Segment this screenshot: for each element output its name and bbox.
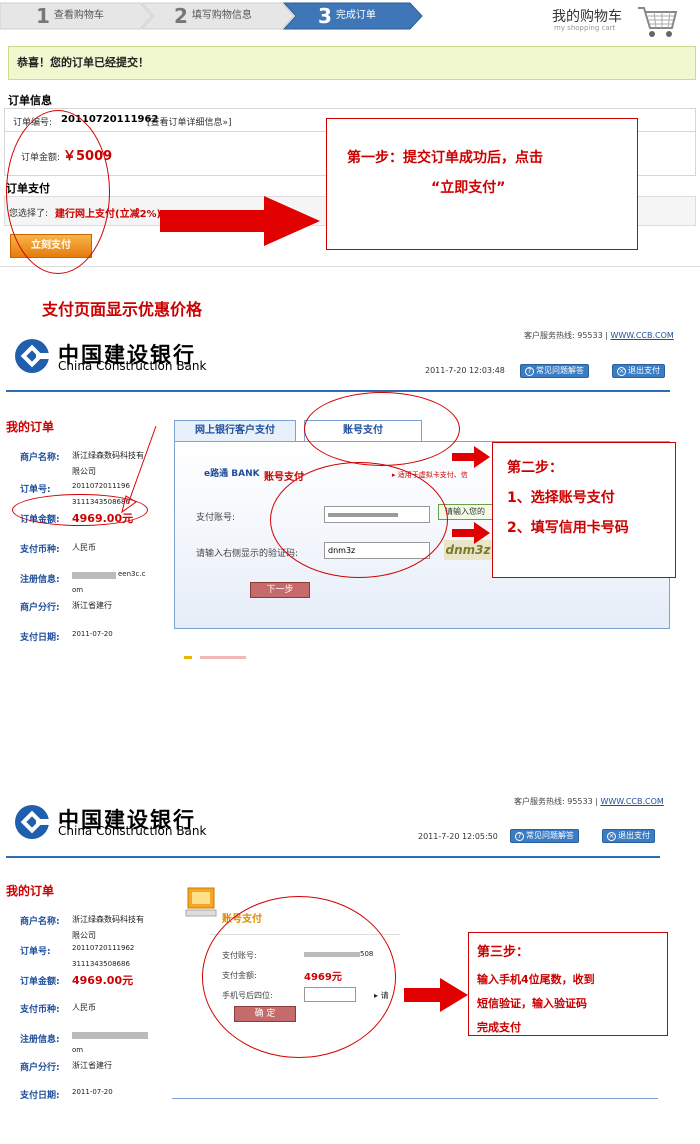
currency-label: 支付币种: [20, 545, 60, 555]
red-arrow-icon [160, 196, 320, 246]
ccb-hotline: 客户服务热线: 95533 | WWW.CCB.COM [514, 797, 664, 806]
order-no-label: 订单号: [20, 947, 51, 957]
exit-label: 退出支付 [618, 831, 650, 840]
step2-line1: 1、选择账号支付 [507, 490, 615, 506]
step3-line3: 完成支付 [477, 1021, 521, 1034]
close-icon: × [617, 367, 626, 376]
hotline-label: 客户服务热线: 95533 [514, 797, 593, 806]
merchant-label: 商户名称: [20, 453, 60, 463]
question-icon: ? [515, 832, 524, 841]
next-step-button[interactable]: 下一步 [250, 582, 310, 598]
ccb-time: 2011-7-20 12:05:50 [418, 832, 498, 841]
reg-info-value-2: om [72, 1046, 84, 1054]
ccb-logo-icon [15, 339, 50, 373]
order-no-value-1: 20110720111962 [72, 944, 135, 952]
close-icon: × [607, 832, 616, 841]
ccb-header-rule [6, 390, 670, 392]
step1-line2: “立即支付” [431, 180, 506, 196]
step3-callout: 第三步： 输入手机4位尾数，收到 短信验证，输入验证码 完成支付 [468, 932, 668, 1036]
divider [172, 1098, 658, 1099]
step1-callout: 第一步：提交订单成功后，点击 “立即支付” [326, 118, 638, 250]
step2-callout: 第二步： 1、选择账号支付 2、填写信用卡号码 [492, 442, 676, 578]
shopping-cart-icon [638, 7, 678, 37]
merchant-value-2: 限公司 [72, 467, 96, 476]
ccb-header-rule [6, 856, 660, 858]
redacted-block [72, 572, 116, 579]
currency-label: 支付币种: [20, 1005, 60, 1015]
cut-off-marker [200, 656, 246, 659]
epay-logo: e路通 BANK [204, 469, 260, 479]
promo-caption: 支付页面显示优惠价格 [42, 300, 203, 319]
order-amount-value-ccb: 4969.00元 [72, 974, 134, 987]
ccb-site-link[interactable]: WWW.CCB.COM [600, 797, 663, 806]
computer-icon [185, 887, 217, 917]
order-amount-label-ccb: 订单金额: [20, 977, 60, 987]
branch-value: 浙江省建行 [72, 1061, 112, 1070]
pointer-arrow-icon [121, 425, 157, 514]
step2-line2: 2、填写信用卡号码 [507, 520, 629, 536]
branch-label: 商户分行: [20, 603, 60, 613]
step-3-active: 3 完成订单 [318, 4, 376, 28]
ccb-logo-icon [15, 805, 50, 839]
ccb-name-en: China Construction Bank [58, 359, 207, 373]
pay-date-value: 2011-07-20 [72, 1088, 113, 1096]
question-icon: ? [525, 367, 534, 376]
merchant-value-1: 浙江绿森数码科技有 [72, 915, 144, 924]
exit-payment-button[interactable]: × 退出支付 [602, 829, 655, 843]
step3-line1: 输入手机4位尾数，收到 [477, 973, 595, 986]
cart-subtitle: my shopping cart [554, 24, 616, 32]
reg-info-value-2: om [72, 586, 84, 594]
faq-button[interactable]: ? 常见问题解答 [510, 829, 579, 843]
reg-info-label: 注册信息: [20, 575, 60, 585]
order-info-title: 订单信息 [8, 94, 52, 107]
step-2: 2 填写购物信息 [174, 4, 252, 28]
exit-label: 退出支付 [628, 366, 660, 375]
order-success-banner: 恭喜！您的订单已经提交！ [8, 46, 696, 80]
cart-title: 我的购物车 [552, 9, 622, 25]
exit-payment-button[interactable]: × 退出支付 [612, 364, 665, 378]
reg-info-label: 注册信息: [20, 1035, 60, 1045]
reg-info-value: een3c.c [118, 570, 146, 578]
divider [0, 266, 700, 267]
ccb-time: 2011-7-20 12:03:48 [425, 366, 505, 375]
pay-date-label: 支付日期: [20, 633, 60, 643]
merchant-value-2: 限公司 [72, 931, 96, 940]
highlight-circle-pay [6, 110, 110, 274]
highlight-circle-tab [304, 392, 460, 466]
hotline-label: 客户服务热线: 95533 [524, 331, 603, 340]
ccb-name-en: China Construction Bank [58, 824, 207, 838]
branch-label: 商户分行: [20, 1063, 60, 1073]
faq-button[interactable]: ? 常见问题解答 [520, 364, 589, 378]
step-1: 1 查看购物车 [36, 4, 104, 28]
branch-value: 浙江省建行 [72, 601, 112, 610]
tab-online-banking[interactable]: 网上银行客户支付 [174, 420, 296, 442]
pay-date-value: 2011-07-20 [72, 630, 113, 638]
step1-line1: 第一步：提交订单成功后，点击 [347, 150, 543, 166]
highlight-circle-confirm [202, 896, 396, 1058]
step2-title: 第二步： [507, 460, 563, 476]
ccb-hotline: 客户服务热线: 95533 | WWW.CCB.COM [524, 331, 674, 340]
step3-line2: 短信验证，输入验证码 [477, 997, 587, 1010]
merchant-label: 商户名称: [20, 917, 60, 927]
order-no-value-2: 3111343508686 [72, 960, 130, 968]
cut-off-marker [184, 656, 192, 659]
pay-date-label: 支付日期: [20, 1091, 60, 1101]
step3-title: 第三步： [477, 945, 530, 960]
my-order-title: 我的订单 [6, 884, 55, 898]
faq-label: 常见问题解答 [536, 366, 584, 375]
red-arrow-icon [404, 978, 468, 1012]
my-order-title: 我的订单 [6, 420, 55, 434]
ccb-site-link[interactable]: WWW.CCB.COM [610, 331, 673, 340]
order-detail-link[interactable]: [查看订单详细信息»] [147, 115, 232, 128]
order-no-label: 订单号: [20, 485, 51, 495]
currency-value: 人民币 [72, 1003, 96, 1012]
highlight-circle-form [270, 462, 448, 578]
redacted-block [72, 1032, 148, 1039]
account-number-label: 支付账号: [196, 513, 236, 523]
red-arrow-small-icon [452, 522, 490, 544]
faq-label: 常见问题解答 [526, 831, 574, 840]
currency-value: 人民币 [72, 543, 96, 552]
red-arrow-small-icon [452, 446, 490, 468]
